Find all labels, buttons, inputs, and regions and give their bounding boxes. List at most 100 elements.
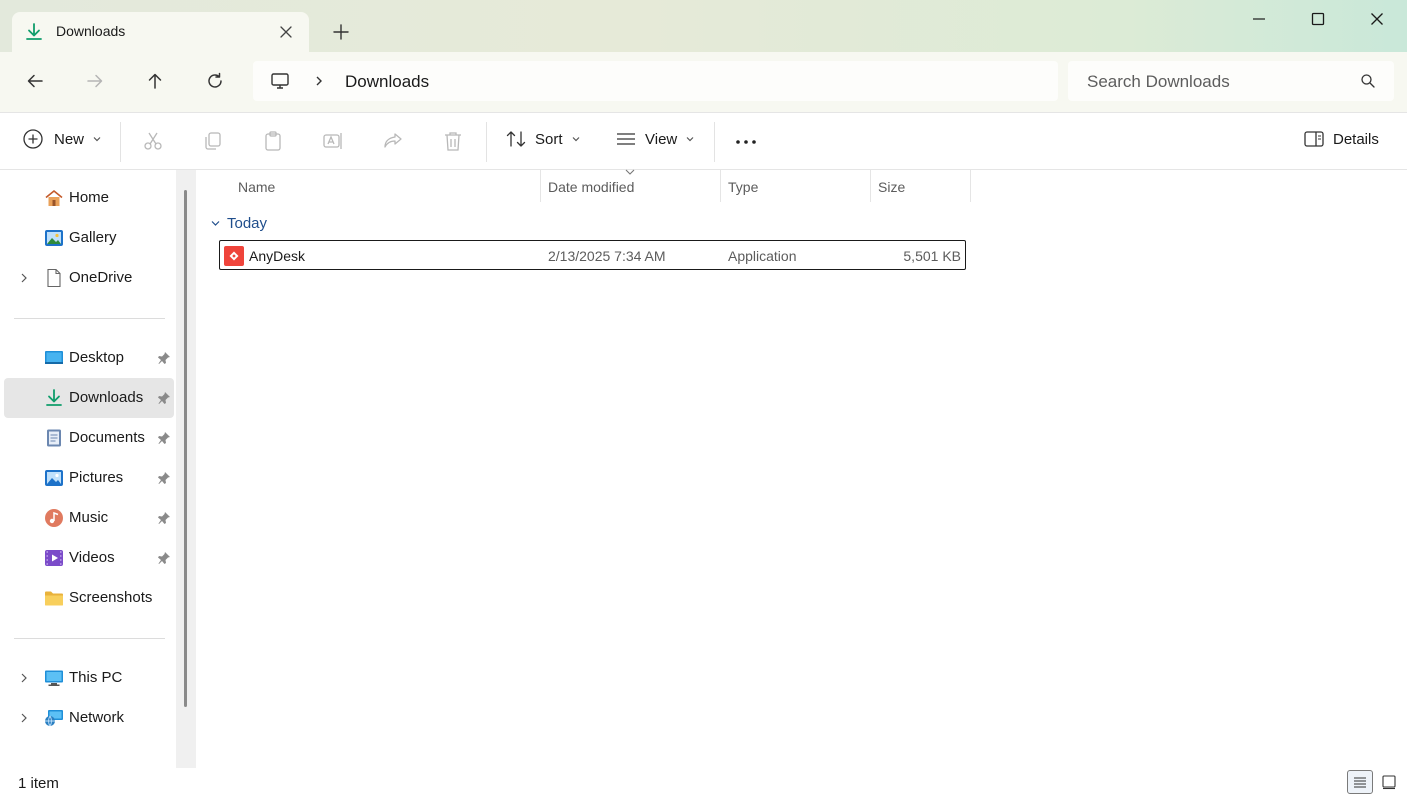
toolbar-divider bbox=[120, 122, 121, 162]
view-list-icon bbox=[615, 128, 637, 150]
this-pc-icon bbox=[44, 668, 64, 688]
sidebar-divider bbox=[14, 318, 165, 319]
sidebar-item-label: Videos bbox=[69, 549, 115, 566]
toolbar-divider bbox=[714, 122, 715, 162]
column-divider[interactable] bbox=[870, 170, 871, 202]
pin-icon[interactable] bbox=[157, 471, 171, 485]
search-placeholder[interactable]: Search Downloads bbox=[1087, 72, 1230, 92]
sidebar-item-gallery[interactable]: Gallery bbox=[4, 218, 174, 258]
pin-icon[interactable] bbox=[157, 431, 171, 445]
column-divider[interactable] bbox=[540, 170, 541, 202]
sidebar-item-documents[interactable]: Documents bbox=[4, 418, 174, 458]
column-header-size[interactable]: Size bbox=[878, 178, 905, 202]
back-arrow-icon[interactable] bbox=[22, 68, 48, 94]
details-pane-button[interactable]: Details bbox=[1303, 128, 1379, 150]
breadcrumb-location[interactable]: Downloads bbox=[345, 72, 429, 92]
sort-button[interactable]: Sort bbox=[505, 128, 581, 150]
download-icon bbox=[24, 22, 44, 42]
sidebar-item-label: Pictures bbox=[69, 469, 124, 486]
minimize-icon[interactable] bbox=[1229, 0, 1288, 38]
chevron-right-icon[interactable] bbox=[313, 75, 325, 87]
file-icon bbox=[44, 268, 64, 288]
folder-icon bbox=[44, 588, 64, 608]
sidebar-item-this-pc[interactable]: This PC bbox=[4, 658, 174, 698]
pin-icon[interactable] bbox=[157, 351, 171, 365]
up-arrow-icon[interactable] bbox=[142, 68, 168, 94]
chevron-down-icon bbox=[92, 134, 102, 144]
column-divider[interactable] bbox=[720, 170, 721, 202]
group-label: Today bbox=[227, 215, 268, 232]
anydesk-icon bbox=[224, 246, 244, 266]
cut-icon[interactable] bbox=[142, 130, 164, 152]
gallery-icon bbox=[44, 228, 64, 248]
status-bar bbox=[0, 768, 1407, 797]
computer-icon[interactable] bbox=[270, 71, 290, 91]
sidebar-item-label: This PC bbox=[69, 669, 123, 686]
sidebar-item-music[interactable]: Music bbox=[4, 498, 174, 538]
sidebar-item-network[interactable]: Network bbox=[4, 698, 174, 738]
maximize-icon[interactable] bbox=[1288, 0, 1347, 38]
file-date-modified: 2/13/2025 7:34 AM bbox=[548, 248, 666, 264]
chevron-right-icon[interactable] bbox=[18, 672, 30, 684]
chevron-down-icon bbox=[210, 218, 221, 229]
chevron-right-icon[interactable] bbox=[18, 272, 30, 284]
home-icon bbox=[44, 188, 64, 208]
sidebar-item-label: Home bbox=[69, 189, 110, 206]
paste-icon[interactable] bbox=[262, 130, 284, 152]
share-icon[interactable] bbox=[382, 130, 404, 152]
pictures-icon bbox=[44, 468, 64, 488]
sort-icon bbox=[505, 128, 527, 150]
column-header-name[interactable]: Name bbox=[238, 178, 275, 202]
column-header-date-modified[interactable]: Date modified bbox=[548, 178, 634, 202]
file-name[interactable]: AnyDesk bbox=[249, 248, 305, 264]
new-tab-icon[interactable] bbox=[330, 21, 352, 43]
chevron-down-icon bbox=[571, 134, 581, 144]
details-pane-icon bbox=[1303, 128, 1325, 150]
pin-icon[interactable] bbox=[157, 511, 171, 525]
file-size: 5,501 KB bbox=[903, 248, 961, 264]
close-window-icon[interactable] bbox=[1347, 0, 1406, 38]
large-icons-view-icon[interactable] bbox=[1378, 772, 1400, 792]
details-view-icon[interactable] bbox=[1347, 770, 1373, 794]
plus-circle-icon bbox=[22, 128, 44, 150]
sidebar-item-label: Screenshots bbox=[69, 589, 153, 606]
copy-icon[interactable] bbox=[202, 130, 224, 152]
sidebar-item-videos[interactable]: Videos bbox=[4, 538, 174, 578]
sidebar-item-home[interactable]: Home bbox=[4, 178, 174, 218]
group-header-today[interactable]: Today bbox=[210, 215, 267, 232]
sidebar-item-label: Gallery bbox=[69, 229, 117, 246]
desktop-icon bbox=[44, 348, 64, 368]
pin-icon[interactable] bbox=[157, 551, 171, 565]
toolbar-divider bbox=[486, 122, 487, 162]
refresh-icon[interactable] bbox=[202, 68, 228, 94]
sidebar-item-desktop[interactable]: Desktop bbox=[4, 338, 174, 378]
column-header-type[interactable]: Type bbox=[728, 178, 758, 202]
network-icon bbox=[44, 708, 64, 728]
details-label: Details bbox=[1333, 130, 1379, 148]
file-type: Application bbox=[728, 248, 797, 264]
rename-icon[interactable] bbox=[322, 130, 344, 152]
pin-icon[interactable] bbox=[157, 391, 171, 405]
column-divider[interactable] bbox=[970, 170, 971, 202]
chevron-down-icon bbox=[685, 134, 695, 144]
sidebar-item-label: Music bbox=[69, 509, 109, 526]
close-tab-icon[interactable] bbox=[276, 22, 296, 42]
view-button[interactable]: View bbox=[615, 128, 695, 150]
sidebar-item-label: Desktop bbox=[69, 349, 125, 366]
item-count: 1 item bbox=[18, 775, 59, 792]
videos-icon bbox=[44, 548, 64, 568]
delete-icon[interactable] bbox=[442, 130, 464, 152]
tab-title: Downloads bbox=[56, 23, 126, 39]
sidebar-item-screenshots[interactable]: Screenshots bbox=[4, 578, 174, 618]
forward-arrow-icon[interactable] bbox=[82, 68, 108, 94]
sidebar-item-downloads[interactable]: Downloads bbox=[4, 378, 174, 418]
chevron-right-icon[interactable] bbox=[18, 712, 30, 724]
sidebar-item-pictures[interactable]: Pictures bbox=[4, 458, 174, 498]
tab-downloads[interactable]: Downloads bbox=[12, 12, 309, 52]
new-label: New bbox=[54, 130, 85, 148]
new-button[interactable]: New bbox=[22, 128, 102, 150]
sidebar-scrollbar-thumb[interactable] bbox=[184, 190, 187, 707]
more-options-icon[interactable] bbox=[734, 132, 758, 152]
search-icon[interactable] bbox=[1360, 73, 1376, 89]
sidebar-item-onedrive[interactable]: OneDrive bbox=[4, 258, 174, 298]
